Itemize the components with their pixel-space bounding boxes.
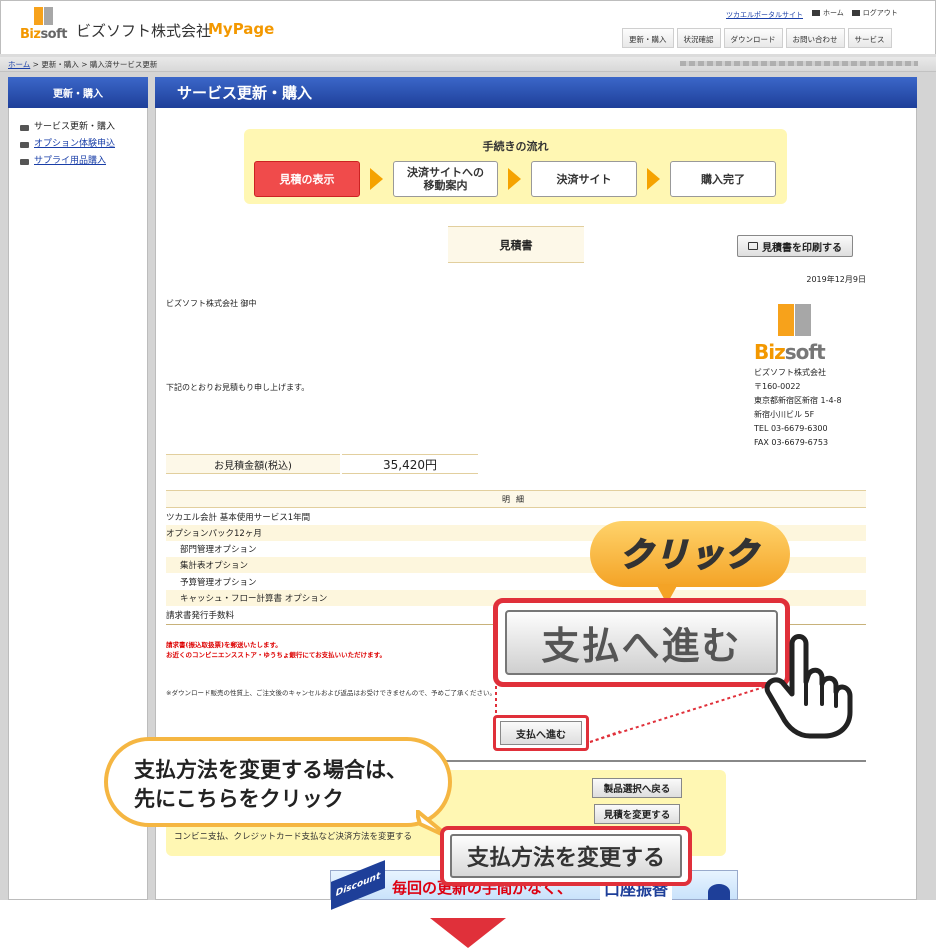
logout-icon [851,10,860,16]
bullet-icon [20,141,29,148]
breadcrumb-renew[interactable]: 更新・購入 [41,60,79,69]
nav-tab-status[interactable]: 状況確認 [676,28,721,48]
print-quote-button[interactable]: 見積書を印刷する [737,235,853,257]
nav-tab-service[interactable]: サービス [847,28,892,48]
flow-step-payment-site: 決済サイト [531,161,637,197]
addressee: ビズソフト株式会社 御中 [166,299,257,308]
breadcrumb-current: 購入済サービス更新 [89,60,158,69]
pointing-hand-icon [764,634,853,739]
back-to-product-button[interactable]: 製品選択へ戻る [592,778,682,798]
page-title: サービス更新・購入 [155,77,917,108]
company-name: ビズソフト株式会社 [76,22,212,40]
amount-label: お見積金額(税込) [166,454,340,474]
flow-arrow-icon [370,168,383,190]
top-right-links: ホーム ログアウト [812,8,898,18]
banner-arrow-icon [708,884,730,900]
nav-tab-download[interactable]: ダウンロード [723,28,783,48]
flow-title: 手続きの流れ [482,140,549,153]
nav-tab-contact[interactable]: お問い合わせ [785,28,845,48]
zoomed-pay-button: 支払へ進む [505,610,778,675]
bizsoft-logo-text[interactable]: Bizsoft [20,27,67,42]
flow-step-guide: 決済サイトへの 移動案内 [393,161,498,197]
click-callout-text: クリック [619,534,760,575]
printer-icon [748,242,758,250]
quote-title: 見積書 [448,226,584,263]
change-callout-text: 支払方法を変更する場合は、 先にこちらをクリック [134,758,407,811]
company-logo-icon [795,304,811,336]
sidebar-item-supply[interactable]: サプライ用品購入 [20,153,115,170]
flow-arrow-icon [647,168,660,190]
logout-button[interactable]: ログアウト [851,8,898,18]
breadcrumb-home[interactable]: ホーム [8,60,30,69]
change-method-text: コンビニ支払、クレジットカード支払など決済方法を変更する [174,832,413,842]
change-payment-method-button[interactable]: 支払方法を変更する [450,834,682,878]
quote-date: 2019年12月9日 [806,275,866,284]
portal-site-link[interactable]: ツカエルポータルサイト [726,10,803,20]
flow-step-complete: 購入完了 [670,161,776,197]
breadcrumb: ホーム > 更新・購入 > 購入済サービス更新 [8,60,158,69]
flow-step-quote: 見積の表示 [254,161,360,197]
company-address: ビズソフト株式会社 〒160-0022 東京都新宿区新宿 1-4-8 新宿小川ビ… [754,368,842,447]
detail-header: 明細 [166,490,866,508]
bizsoft-logo-icon [34,7,54,25]
bullet-icon [20,158,29,165]
invoice-note: 請求書(振込取扱票)を郵送いたします。 お近くのコンビニエンスストア・ゆうちょ銀行… [166,641,387,659]
sidebar-menu: サービス更新・購入 オプション体験申込 サプライ用品購入 [20,119,115,170]
amount-value: 35,420円 [342,454,478,474]
next-step-arrow-icon [430,918,506,948]
home-icon [812,10,820,16]
nav-tab-renew[interactable]: 更新・購入 [622,28,674,48]
home-button[interactable]: ホーム [812,8,844,18]
company-logo-text: Bizsoft [754,340,826,364]
sidebar-item-service-renew[interactable]: サービス更新・購入 [20,119,115,136]
sidebar-item-option-trial[interactable]: オプション体験申込 [20,136,115,153]
global-nav: 更新・購入 状況確認 ダウンロード お問い合わせ サービス [622,28,892,48]
cancel-note: ※ダウンロード販売の性質上、ご注文後のキャンセルおよび返品はお受けできませんので… [166,689,496,697]
mypage-title: MyPage [208,20,275,38]
sidebar-title: 更新・購入 [8,77,148,108]
quote-intro: 下記のとおりお見積もり申し上げます。 [166,383,310,392]
bullet-icon [20,124,29,131]
change-estimate-button[interactable]: 見積を変更する [594,804,680,824]
blurred-user-info [680,61,918,66]
flow-arrow-icon [508,168,521,190]
company-logo-icon [778,304,794,336]
